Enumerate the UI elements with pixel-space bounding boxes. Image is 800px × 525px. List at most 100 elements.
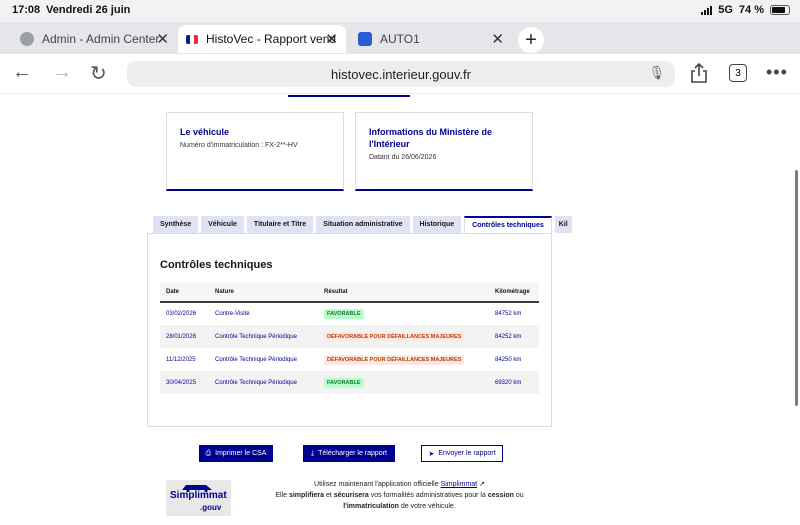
back-arrow-icon[interactable]: ←: [12, 61, 32, 84]
logo-sub-text: .gouv: [200, 503, 222, 512]
vehicle-card: Le véhicule Numéro d'immatriculation : F…: [166, 112, 344, 191]
tab-historique[interactable]: Historique: [412, 216, 462, 233]
row-result: DÉFAVORABLE POUR DÉFAILLANCES MAJEURES: [318, 325, 489, 348]
battery-label: 74 %: [738, 4, 764, 16]
row-nature: Contrôle Technique Périodique: [215, 379, 297, 386]
external-link-icon: ↗: [479, 481, 485, 488]
row-nature: Contre-Visite: [215, 311, 250, 317]
vehicle-plate: Numéro d'immatriculation : FX-2**-HV: [180, 142, 298, 149]
status-badge: FAVORABLE: [324, 377, 364, 388]
tab-kilometrage[interactable]: Kil: [554, 216, 572, 233]
signal-icon: [701, 5, 713, 15]
print-label: Imprimer le CSA: [215, 450, 267, 457]
promo-or: ou: [515, 492, 524, 499]
logo-main-text: Simplimmat: [170, 490, 227, 501]
controls-title: Contrôles techniques: [160, 259, 273, 271]
forward-arrow-icon[interactable]: →: [52, 61, 72, 84]
row-nature: Contrôle Technique Périodique: [215, 356, 297, 363]
row-km: 69320 km: [495, 379, 522, 386]
download-report-button[interactable]: ⤓ Télécharger le rapport: [303, 445, 395, 462]
download-label: Télécharger le rapport: [318, 450, 387, 457]
table-row: 28/01/2026 Contrôle Technique Périodique…: [160, 325, 539, 348]
share-icon[interactable]: [690, 62, 708, 84]
address-bar[interactable]: histovec.interieur.gouv.fr 🎙: [127, 61, 675, 87]
browser-tab-admin[interactable]: Admin - Admin Center ✕: [12, 25, 177, 53]
close-icon[interactable]: ✕: [156, 30, 169, 48]
promo-line2-start: Elle: [275, 492, 288, 499]
promo-and: et: [325, 492, 332, 499]
promo-line1: Utilisez maintenant l'application offici…: [314, 481, 439, 488]
col-km: Kilométrage: [495, 288, 530, 295]
promo-middle: vos formalités administratives pour la: [370, 492, 486, 499]
reload-icon[interactable]: ↻: [90, 61, 107, 86]
download-icon: ⤓: [311, 449, 315, 457]
status-badge: DÉFAVORABLE POUR DÉFAILLANCES MAJEURES: [324, 354, 465, 365]
status-bar: 17:08 Vendredi 26 juin 5G 74 %: [0, 0, 800, 22]
send-report-button[interactable]: ➤ Envoyer le rapport: [421, 445, 503, 462]
simplimmat-promo: Utilisez maintenant l'application offici…: [262, 479, 537, 512]
network-label: 5G: [718, 4, 733, 16]
simplimmat-link[interactable]: Simplimmat: [441, 481, 478, 488]
tab-synthese[interactable]: Synthèse: [153, 216, 199, 233]
ministry-card: Informations du Ministère de l'Intérieur…: [355, 112, 533, 191]
row-km: 84252 km: [495, 333, 522, 340]
microphone-icon[interactable]: 🎙: [648, 65, 665, 81]
browser-toolbar: ← → ↻ histovec.interieur.gouv.fr 🎙 3 •••: [0, 54, 800, 94]
table-row: 11/12/2025 Contrôle Technique Périodique…: [160, 348, 539, 371]
tab-vehicule[interactable]: Véhicule: [201, 216, 244, 233]
simplimmat-logo[interactable]: Simplimmat .gouv: [166, 480, 231, 516]
status-indicators: 5G 74 %: [701, 4, 790, 16]
page-content: Le véhicule Numéro d'immatriculation : F…: [0, 95, 800, 525]
tab-title: Admin - Admin Center: [42, 32, 160, 46]
row-km: 84752 km: [495, 311, 522, 317]
tab-situation[interactable]: Situation administrative: [316, 216, 410, 233]
col-result: Résultat: [324, 288, 348, 295]
tab-titulaire[interactable]: Titulaire et Titre: [246, 216, 314, 233]
printer-icon: ⎙: [205, 449, 212, 457]
ministry-card-title: Informations du Ministère de l'Intérieur: [369, 127, 493, 149]
controls-panel: Contrôles techniques Date Nature Résulta…: [147, 233, 552, 427]
tab-controles[interactable]: Contrôles techniques: [464, 216, 552, 233]
close-icon[interactable]: ✕: [325, 30, 338, 48]
promo-word-simplify: simplifiera: [288, 492, 324, 499]
auto1-logo-icon: [358, 32, 372, 46]
promo-word-secure: sécurisera: [333, 492, 369, 499]
browser-tab-histovec[interactable]: HistoVec - Rapport vend ✕: [178, 25, 346, 53]
report-tabs: Synthèse Véhicule Titulaire et Titre Sit…: [153, 216, 572, 233]
new-tab-button[interactable]: +: [518, 27, 544, 53]
section-underline: [288, 95, 410, 97]
row-date: 11/12/2025: [166, 356, 196, 363]
tab-title: HistoVec - Rapport vend: [206, 32, 337, 46]
row-result: FAVORABLE: [318, 371, 489, 394]
row-result: FAVORABLE: [318, 302, 489, 325]
print-csa-button[interactable]: ⎙ Imprimer le CSA: [199, 445, 273, 462]
promo-word-immat: l'immatriculation: [343, 503, 399, 510]
row-date: 03/02/2026: [166, 311, 197, 317]
globe-icon: [20, 32, 34, 46]
more-options-icon[interactable]: •••: [766, 62, 788, 83]
browser-tab-auto1[interactable]: AUTO1 ✕: [350, 25, 512, 53]
col-date: Date: [166, 288, 180, 295]
col-nature: Nature: [215, 288, 235, 295]
close-icon[interactable]: ✕: [491, 30, 504, 48]
vehicle-card-title: Le véhicule: [180, 127, 230, 137]
send-icon: ➤: [428, 450, 435, 458]
tab-count-button[interactable]: 3: [729, 64, 747, 82]
row-date: 30/04/2025: [166, 379, 197, 386]
scrollbar[interactable]: [795, 170, 798, 406]
battery-icon: [770, 5, 790, 15]
status-time: 17:08: [12, 4, 41, 16]
status-badge: FAVORABLE: [324, 309, 364, 319]
ministry-date: Datant du 26/06/2026: [369, 154, 437, 161]
promo-word-cession: cession: [487, 492, 514, 499]
row-date: 28/01/2026: [166, 333, 197, 340]
status-date: Vendredi 26 juin: [46, 4, 131, 16]
status-badge: DÉFAVORABLE POUR DÉFAILLANCES MAJEURES: [324, 331, 465, 342]
url-text: histovec.interieur.gouv.fr: [331, 66, 471, 82]
promo-end: de votre véhicule.: [400, 503, 456, 510]
table-row: 03/02/2026 Contre-Visite FAVORABLE 84752…: [160, 302, 539, 325]
row-nature: Contrôle Technique Périodique: [215, 333, 297, 340]
french-flag-icon: [186, 34, 198, 44]
send-label: Envoyer le rapport: [438, 450, 496, 457]
browser-tab-bar: Admin - Admin Center ✕ HistoVec - Rappor…: [0, 22, 800, 54]
